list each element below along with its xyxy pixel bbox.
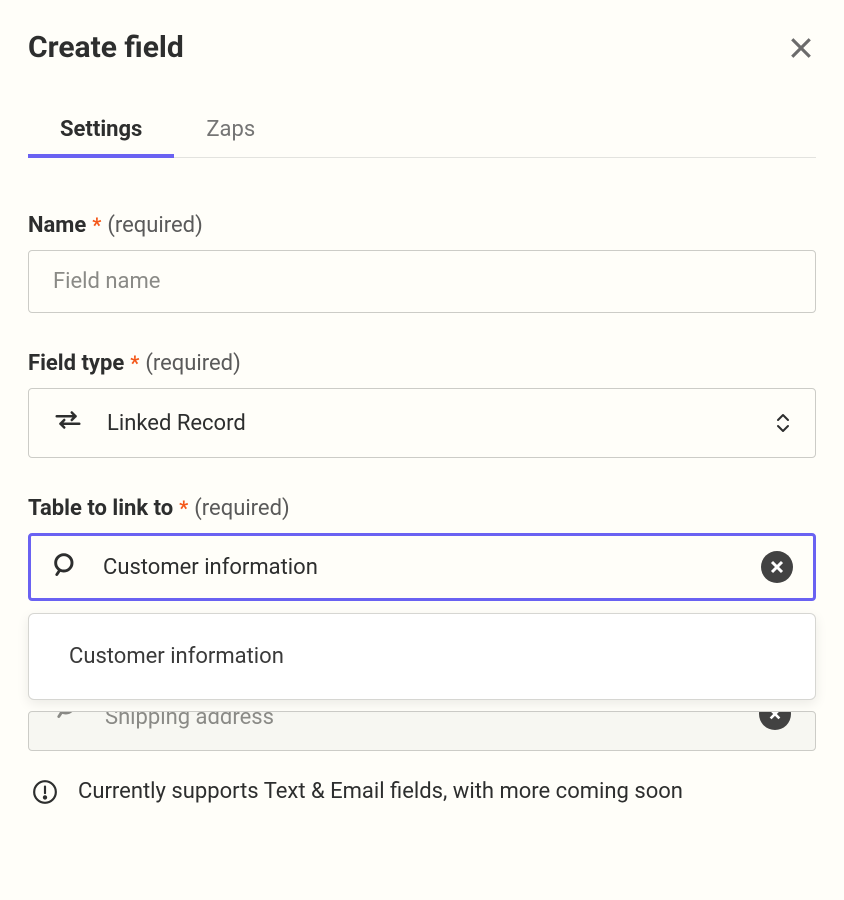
required-text: (required) (145, 351, 240, 376)
field-type-label: Field type (28, 351, 124, 376)
dialog-title: Create field (28, 30, 184, 65)
search-icon (51, 550, 79, 584)
clear-icon (768, 711, 782, 721)
secondary-table-value: Shipping address (105, 711, 274, 730)
tabs: Settings Zaps (28, 105, 816, 158)
info-icon (32, 779, 58, 809)
tab-settings[interactable]: Settings (28, 105, 174, 158)
clear-button[interactable] (759, 711, 791, 730)
close-button[interactable] (786, 33, 816, 63)
linked-record-icon (53, 405, 83, 441)
info-message: Currently supports Text & Email fields, … (78, 775, 683, 808)
field-name-input[interactable] (28, 250, 816, 313)
select-chevron-icon (775, 413, 791, 433)
required-indicator: * (92, 213, 101, 237)
table-search-input[interactable] (103, 555, 737, 580)
field-type-select[interactable]: Linked Record (28, 388, 816, 458)
name-label: Name (28, 213, 86, 238)
required-text: (required) (107, 213, 202, 238)
tab-zaps[interactable]: Zaps (174, 105, 287, 158)
close-icon (786, 33, 816, 63)
clear-search-button[interactable] (761, 551, 793, 583)
table-search-box[interactable] (28, 533, 816, 601)
required-indicator: * (130, 351, 139, 375)
clear-icon (769, 559, 785, 575)
field-type-value: Linked Record (107, 411, 246, 436)
required-indicator: * (179, 496, 188, 520)
dropdown-option[interactable]: Customer information (29, 624, 815, 689)
table-dropdown: Customer information (28, 613, 816, 700)
secondary-table-select[interactable]: Shipping address (28, 711, 816, 751)
search-icon (53, 711, 81, 726)
table-link-label: Table to link to (28, 496, 173, 521)
required-text: (required) (194, 496, 289, 521)
